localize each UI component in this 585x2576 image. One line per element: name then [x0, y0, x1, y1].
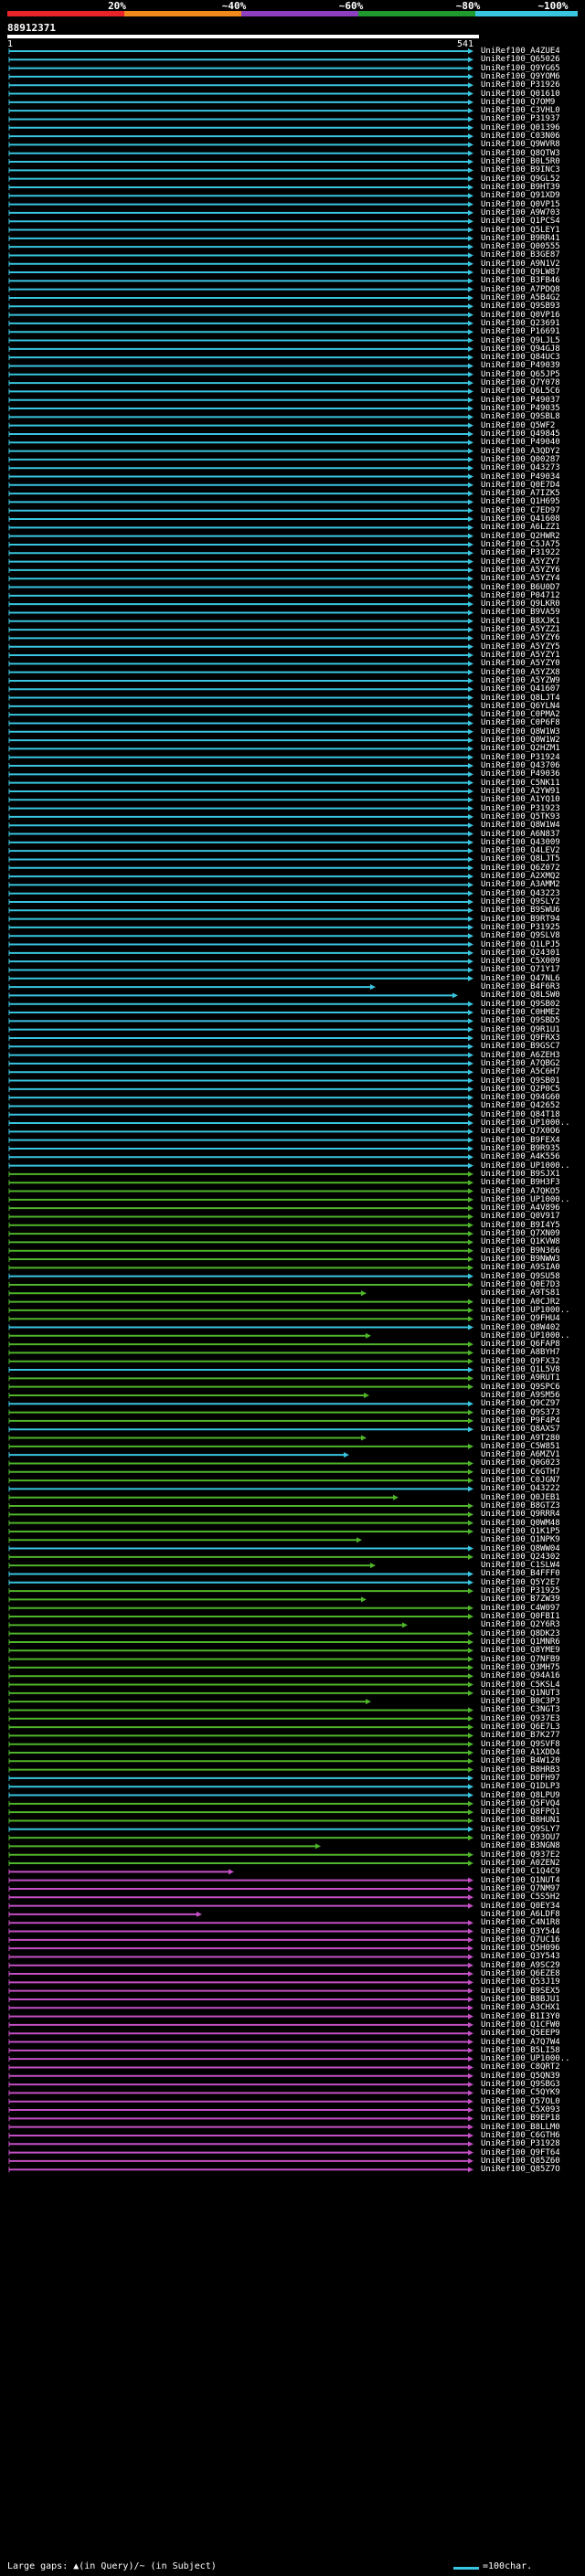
scale-bar: [453, 2567, 479, 2570]
hit-labels-column: UniRef100_A4ZUE4 UniRef100_Q65026 UniRef10…: [0, 0, 585, 2576]
gap-legend-text: Large gaps: ▲(in Query)/~ (in Subject): [7, 2561, 217, 2571]
scale-text: =100char.: [483, 2561, 533, 2571]
footer: Large gaps: ▲(in Query)/~ (in Subject) =…: [0, 2559, 585, 2576]
hit-label[interactable]: UniRef100_Q85Z7O: [481, 2165, 560, 2174]
